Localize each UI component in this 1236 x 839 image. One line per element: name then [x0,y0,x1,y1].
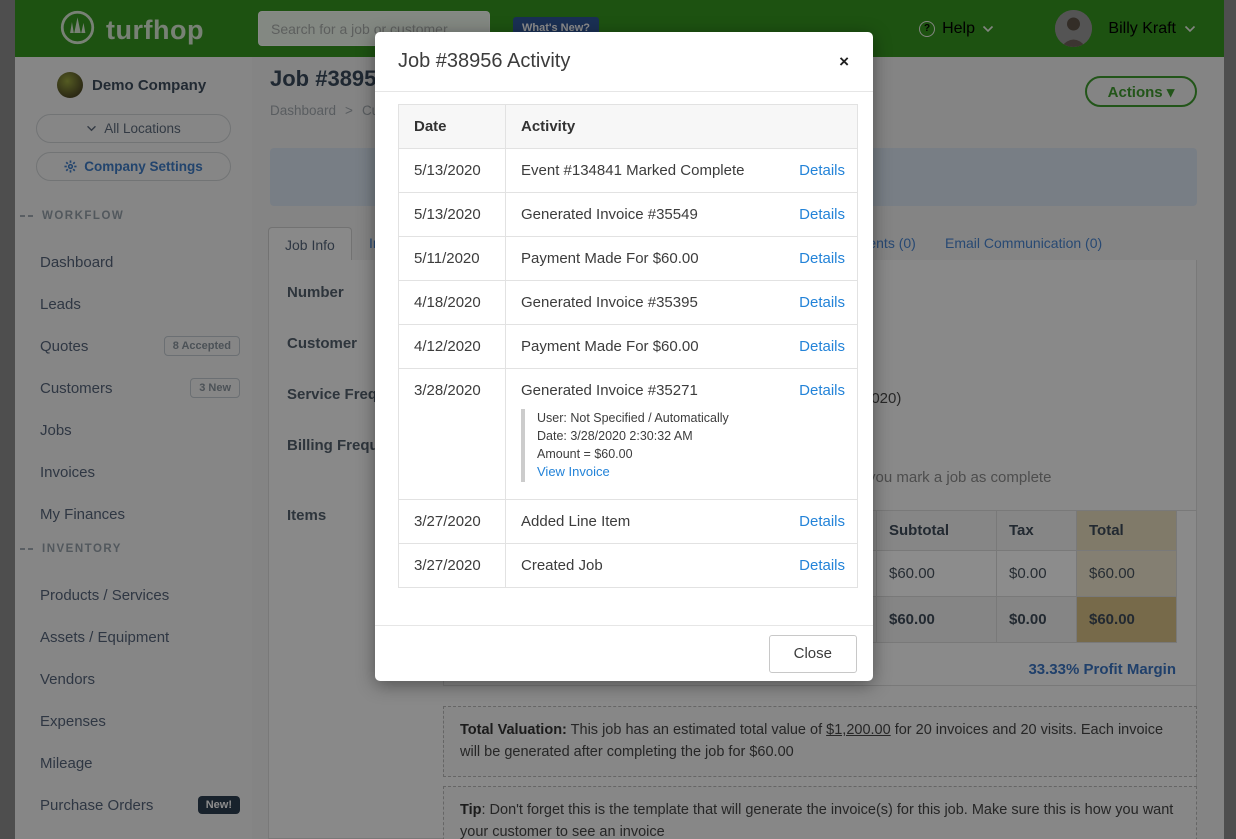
activity-detail-block: User: Not Specified / Automatically Date… [521,409,845,482]
activity-row-expanded: 3/28/2020 Generated Invoice #35271Detail… [399,368,857,499]
activity-row: 3/27/2020 Added Line ItemDetails [399,499,857,543]
details-link[interactable]: Details [799,250,845,267]
details-link[interactable]: Details [799,294,845,311]
modal-footer: Close [375,625,873,681]
activity-table-header: Date Activity [399,105,857,148]
details-link[interactable]: Details [799,557,845,574]
close-button[interactable]: Close [769,635,857,673]
details-link[interactable]: Details [799,338,845,355]
modal-header: Job #38956 Activity × [375,32,873,92]
view-invoice-link[interactable]: View Invoice [537,464,610,479]
activity-row: 3/27/2020 Created JobDetails [399,543,857,587]
details-link[interactable]: Details [799,162,845,179]
activity-row: 5/11/2020 Payment Made For $60.00Details [399,236,857,280]
details-link[interactable]: Details [799,513,845,530]
close-icon[interactable]: × [839,53,849,70]
modal-body: Date Activity 5/13/2020 Event #134841 Ma… [375,92,873,588]
job-activity-modal: Job #38956 Activity × Date Activity 5/13… [375,32,873,681]
details-link[interactable]: Details [799,382,845,399]
activity-row: 5/13/2020 Generated Invoice #35549Detail… [399,192,857,236]
screen: turfhop What's New? ? Help Billy Kraft D… [0,0,1236,839]
activity-row: 5/13/2020 Event #134841 Marked CompleteD… [399,148,857,192]
details-link[interactable]: Details [799,206,845,223]
activity-row: 4/18/2020 Generated Invoice #35395Detail… [399,280,857,324]
activity-row: 4/12/2020 Payment Made For $60.00Details [399,324,857,368]
modal-title: Job #38956 Activity [398,50,570,73]
activity-table: Date Activity 5/13/2020 Event #134841 Ma… [398,104,858,588]
